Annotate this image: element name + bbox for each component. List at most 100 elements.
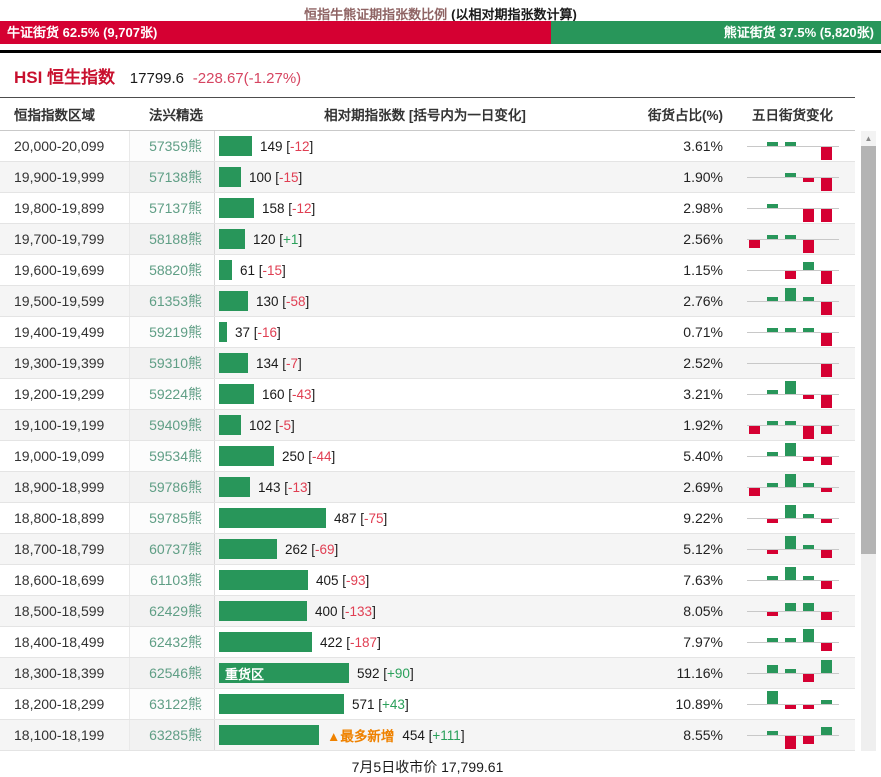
spark-bar-up xyxy=(766,204,778,208)
contracts-bar xyxy=(219,446,274,466)
scroll-up-arrow-icon[interactable]: ▲ xyxy=(861,131,876,146)
spark-bar-down xyxy=(820,147,832,160)
warrant-code-link[interactable]: 58820熊 xyxy=(130,255,215,285)
outstanding-pct-cell: 1.90% xyxy=(683,169,723,185)
table-row: 18,800-18,899 59785熊 487 [-75] 9.22% xyxy=(0,503,855,534)
contracts-cell: 143 [-13] xyxy=(215,477,635,497)
warrant-code-link[interactable]: 61103熊 xyxy=(130,565,215,595)
spark-bar-up xyxy=(766,691,778,704)
contracts-value: 158 [-12] xyxy=(262,200,316,216)
header-five-day-change: 五日街货变化 xyxy=(752,108,833,123)
contracts-cell: 250 [-44] xyxy=(215,446,635,466)
five-day-change-cell xyxy=(730,286,855,316)
spark-bar-up xyxy=(784,443,796,456)
five-day-sparkline xyxy=(746,379,839,409)
contracts-value: 262 [-69] xyxy=(285,541,339,557)
bull-bear-ratio-bar: 牛证街货 62.5% (9,707张) 熊证街货 37.5% (5,820张) xyxy=(0,21,881,44)
five-day-change-cell xyxy=(730,224,855,254)
sparkline-baseline xyxy=(746,239,839,240)
index-range-cell: 18,200-18,299 xyxy=(0,689,130,719)
table-row: 19,600-19,699 58820熊 61 [-15] 1.15% xyxy=(0,255,855,286)
warrant-code-link[interactable]: 57359熊 xyxy=(130,131,215,161)
table-row: 19,200-19,299 59224熊 160 [-43] 3.21% xyxy=(0,379,855,410)
spark-bar-down xyxy=(766,519,778,523)
warrant-code-link[interactable]: 59534熊 xyxy=(130,441,215,471)
warrant-code-link[interactable]: 61353熊 xyxy=(130,286,215,316)
five-day-sparkline xyxy=(746,658,839,688)
contracts-cell: 61 [-15] xyxy=(215,260,635,280)
five-day-change-cell xyxy=(730,503,855,533)
warrant-code-link[interactable]: 57138熊 xyxy=(130,162,215,192)
contracts-cell: 102 [-5] xyxy=(215,415,635,435)
warrant-code-link[interactable]: 59219熊 xyxy=(130,317,215,347)
warrant-code-link[interactable]: 63122熊 xyxy=(130,689,215,719)
warrant-code-link[interactable]: 59786熊 xyxy=(130,472,215,502)
one-day-change: +111 xyxy=(432,727,461,743)
scrollbar[interactable]: ▲ xyxy=(861,131,876,751)
spark-bar-up xyxy=(784,421,796,425)
five-day-sparkline xyxy=(746,255,839,285)
index-range-cell: 18,600-18,699 xyxy=(0,565,130,595)
contracts-value: 454 [+111] xyxy=(402,727,465,743)
page-title-note: (以相对期指张数计算) xyxy=(451,7,577,22)
table-header: 恒指指数区域 法兴精选 相对期指张数 [括号内为一日变化] 街货占比(%) 五日… xyxy=(0,97,855,131)
outstanding-pct-cell: 0.71% xyxy=(683,324,723,340)
warrant-code-link[interactable]: 62429熊 xyxy=(130,596,215,626)
five-day-change-cell xyxy=(730,689,855,719)
one-day-change: -12 xyxy=(292,200,312,216)
warrant-code-link[interactable]: 59785熊 xyxy=(130,503,215,533)
contracts-cell: 120 [+1] xyxy=(215,229,635,249)
spark-bar-up xyxy=(802,328,814,332)
warrant-code-link[interactable]: 60737熊 xyxy=(130,534,215,564)
scrollbar-thumb[interactable] xyxy=(861,146,876,554)
contracts-cell: 149 [-12] xyxy=(215,136,635,156)
contracts-bar xyxy=(219,632,312,652)
contracts-bar xyxy=(219,415,241,435)
contracts-bar xyxy=(219,477,250,497)
warrant-code-link[interactable]: 62432熊 xyxy=(130,627,215,657)
warrant-code-link[interactable]: 59310熊 xyxy=(130,348,215,378)
five-day-change-cell xyxy=(730,627,855,657)
warrant-code-link[interactable]: 63285熊 xyxy=(130,720,215,750)
spark-bar-down xyxy=(820,581,832,589)
sparkline-baseline xyxy=(746,673,839,674)
spark-bar-up xyxy=(802,629,814,642)
contracts-cell: 405 [-93] xyxy=(215,570,635,590)
five-day-change-cell xyxy=(730,317,855,347)
spark-bar-down xyxy=(802,178,814,182)
contracts-bar xyxy=(219,694,344,714)
spark-bar-down xyxy=(784,736,796,749)
index-summary: HSI 恒生指数 17799.6 -228.67(-1.27%) xyxy=(0,53,881,97)
spark-bar-up xyxy=(766,576,778,580)
contracts-value: 571 [+43] xyxy=(352,696,409,712)
contracts-bar: 重货区 xyxy=(219,663,349,683)
one-day-change: -93 xyxy=(346,572,366,588)
outstanding-pct-cell: 7.97% xyxy=(683,634,723,650)
warrant-code-link[interactable]: 59409熊 xyxy=(130,410,215,440)
contracts-cell: 158 [-12] xyxy=(215,198,635,218)
five-day-change-cell xyxy=(730,596,855,626)
warrant-code-link[interactable]: 58188熊 xyxy=(130,224,215,254)
outstanding-pct-cell: 2.69% xyxy=(683,479,723,495)
spark-bar-down xyxy=(802,209,814,222)
spark-bar-up xyxy=(766,665,778,673)
header-outstanding-pct: 街货占比(%) xyxy=(648,108,723,123)
contracts-cell: 400 [-133] xyxy=(215,601,635,621)
index-name: HSI 恒生指数 xyxy=(14,68,116,87)
spark-bar-up xyxy=(766,235,778,239)
warrant-code-link[interactable]: 57137熊 xyxy=(130,193,215,223)
warrant-code-link[interactable]: 62546熊 xyxy=(130,658,215,688)
one-day-change: -187 xyxy=(350,634,378,650)
index-range-cell: 18,500-18,599 xyxy=(0,596,130,626)
warrant-code-link[interactable]: 59224熊 xyxy=(130,379,215,409)
outstanding-pct-cell: 2.76% xyxy=(683,293,723,309)
index-range-cell: 19,400-19,499 xyxy=(0,317,130,347)
contracts-bar xyxy=(219,508,326,528)
spark-bar-down xyxy=(802,736,814,744)
contracts-value: 149 [-12] xyxy=(260,138,314,154)
index-range-cell: 19,500-19,599 xyxy=(0,286,130,316)
table-row: 19,500-19,599 61353熊 130 [-58] 2.76% xyxy=(0,286,855,317)
spark-bar-down xyxy=(820,395,832,408)
five-day-change-cell xyxy=(730,379,855,409)
five-day-change-cell xyxy=(730,162,855,192)
